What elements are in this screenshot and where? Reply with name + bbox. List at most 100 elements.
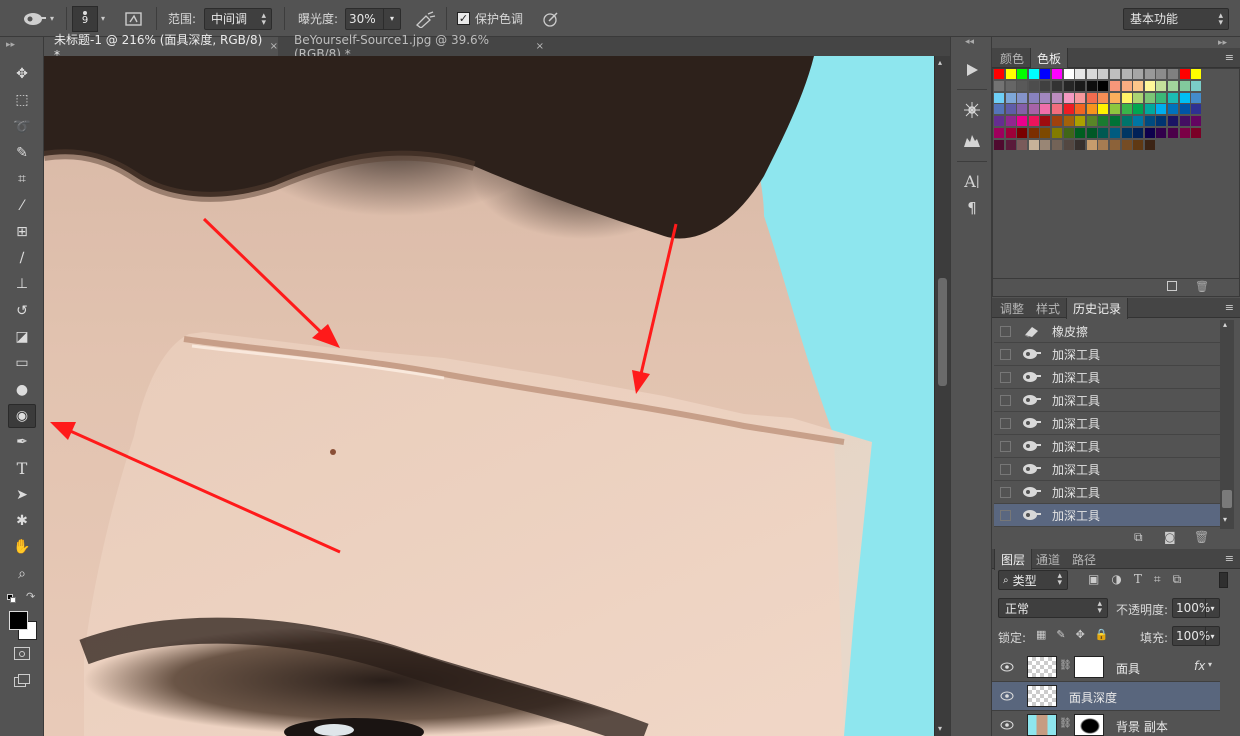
tab-document-2[interactable]: BeYourself-Source1.jpg @ 39.6%(RGB/8) * …	[284, 33, 544, 61]
color-swatch[interactable]	[1075, 69, 1086, 79]
color-swatch[interactable]	[1017, 92, 1028, 103]
color-swatch[interactable]	[1028, 116, 1039, 127]
color-swatch[interactable]	[994, 139, 1004, 150]
color-swatch[interactable]	[1133, 128, 1144, 138]
color-swatch[interactable]	[1005, 80, 1016, 91]
clone-stamp-tool-button[interactable]: ⊥	[8, 272, 36, 296]
trash-icon[interactable]: 🗑	[1195, 280, 1209, 293]
color-swatch[interactable]	[1179, 80, 1190, 91]
history-snapshot-checkbox[interactable]	[1000, 325, 1011, 337]
protect-tones-toggle[interactable]: ✓ 保护色调	[457, 0, 523, 37]
tab-swatches[interactable]: 色板	[1030, 48, 1069, 69]
color-swatch[interactable]	[1075, 80, 1086, 91]
color-swatch[interactable]	[1052, 128, 1062, 138]
history-snapshot-checkbox[interactable]	[1000, 394, 1011, 406]
lock-image-icon[interactable]: ✎	[1056, 628, 1065, 641]
color-swatch[interactable]	[1144, 116, 1155, 127]
crop-tool-button[interactable]: ⌗	[8, 167, 36, 191]
color-swatch[interactable]	[994, 104, 1004, 115]
color-swatch[interactable]	[1086, 104, 1097, 115]
color-swatch[interactable]	[1144, 128, 1155, 138]
new-swatch-icon[interactable]	[1167, 281, 1177, 291]
history-item[interactable]: 加深工具	[994, 412, 1220, 435]
color-swatch[interactable]	[1179, 104, 1190, 115]
color-swatch[interactable]	[1156, 128, 1167, 138]
color-swatch[interactable]	[1040, 139, 1051, 150]
trash-icon[interactable]: 🗑	[1194, 530, 1209, 544]
color-swatch[interactable]	[1191, 104, 1202, 115]
document-canvas[interactable]	[44, 56, 934, 736]
zoom-tool-button[interactable]: ⌕	[8, 562, 36, 586]
color-swatch[interactable]	[1191, 128, 1202, 138]
color-swatch[interactable]	[1191, 80, 1202, 91]
quick-select-tool-button[interactable]: ✎	[8, 141, 36, 165]
pen-tool-button[interactable]: ✒	[8, 430, 36, 454]
color-swatch[interactable]	[1168, 116, 1178, 127]
color-swatch[interactable]	[1133, 69, 1144, 79]
color-swatch[interactable]	[1133, 92, 1144, 103]
color-swatch[interactable]	[1144, 92, 1155, 103]
color-swatch[interactable]	[1075, 139, 1086, 150]
range-select[interactable]: 中间调 ▴ ▾	[204, 7, 272, 30]
history-item[interactable]: 加深工具	[994, 435, 1220, 458]
camera-icon[interactable]: ◙	[1164, 530, 1176, 544]
color-swatch[interactable]	[1063, 128, 1074, 138]
scrollbar-thumb[interactable]	[1222, 490, 1232, 508]
burn-tool-button[interactable]: ◉	[8, 403, 36, 428]
color-swatch[interactable]	[1075, 116, 1086, 127]
color-swatch[interactable]	[1063, 69, 1074, 79]
history-snapshot-checkbox[interactable]	[1000, 440, 1011, 452]
color-swatch[interactable]	[1098, 69, 1109, 79]
color-swatch[interactable]	[1098, 139, 1109, 150]
color-swatch[interactable]	[1110, 128, 1120, 138]
tab-adjustments[interactable]: 调整	[994, 298, 1030, 318]
color-swatch[interactable]	[1110, 104, 1120, 115]
marquee-tool-button[interactable]: ⬚	[8, 88, 36, 112]
gradient-tool-button[interactable]: ▭	[8, 351, 36, 375]
play-action-icon[interactable]	[960, 59, 984, 81]
panel-menu-icon[interactable]: ≡	[1225, 51, 1234, 64]
history-snapshot-checkbox[interactable]	[1000, 486, 1011, 498]
color-swatch[interactable]	[1110, 139, 1120, 150]
tab-document-1[interactable]: 未标题-1 @ 216% (面具深度, RGB/8) * ×	[44, 33, 278, 62]
color-swatch[interactable]	[1017, 104, 1028, 115]
color-swatch[interactable]	[1086, 116, 1097, 127]
color-swatch[interactable]	[1156, 92, 1167, 103]
color-swatch[interactable]	[1017, 128, 1028, 138]
color-swatch[interactable]	[1133, 139, 1144, 150]
color-swatch[interactable]	[1121, 80, 1132, 91]
color-swatch[interactable]	[1144, 104, 1155, 115]
eyedropper-tool-button[interactable]: ⁄	[8, 194, 36, 218]
color-swatch[interactable]	[1028, 139, 1039, 150]
canvas-vertical-scrollbar[interactable]: ▴ ▾	[934, 56, 950, 736]
tab-layers[interactable]: 图层	[994, 549, 1033, 570]
filter-pixel-icon[interactable]: ▣	[1088, 572, 1099, 587]
color-swatch[interactable]	[1098, 80, 1109, 91]
scrollbar-thumb[interactable]	[938, 278, 947, 386]
color-swatch[interactable]	[1121, 104, 1132, 115]
dock-collapse-icon[interactable]: ◂◂	[965, 37, 974, 47]
tab-paths[interactable]: 路径	[1066, 549, 1102, 569]
history-snapshot-checkbox[interactable]	[1000, 463, 1011, 475]
color-swatch[interactable]	[1191, 92, 1202, 103]
workspace-select[interactable]: 基本功能 ▴ ▾	[1123, 7, 1229, 30]
healing-brush-tool-button[interactable]: ⊞	[8, 220, 36, 244]
color-swatch[interactable]	[1005, 92, 1016, 103]
color-swatch[interactable]	[1121, 92, 1132, 103]
panels-collapse-icon[interactable]: ▸▸	[1218, 38, 1227, 48]
close-icon[interactable]: ×	[536, 41, 544, 52]
tab-history[interactable]: 历史记录	[1066, 298, 1129, 319]
tab-styles[interactable]: 样式	[1030, 298, 1066, 318]
color-swatch[interactable]	[1028, 92, 1039, 103]
color-swatch[interactable]	[1052, 116, 1062, 127]
history-item[interactable]: 加深工具	[994, 389, 1220, 412]
history-item[interactable]: 加深工具	[994, 366, 1220, 389]
history-item[interactable]: 加深工具	[994, 504, 1220, 527]
color-swatch[interactable]	[1052, 92, 1062, 103]
color-swatch[interactable]	[1086, 69, 1097, 79]
color-swatch[interactable]	[1179, 116, 1190, 127]
color-swatch[interactable]	[994, 92, 1004, 103]
color-swatch[interactable]	[1052, 69, 1062, 79]
color-swatch[interactable]	[994, 69, 1004, 79]
color-swatch[interactable]	[1052, 104, 1062, 115]
